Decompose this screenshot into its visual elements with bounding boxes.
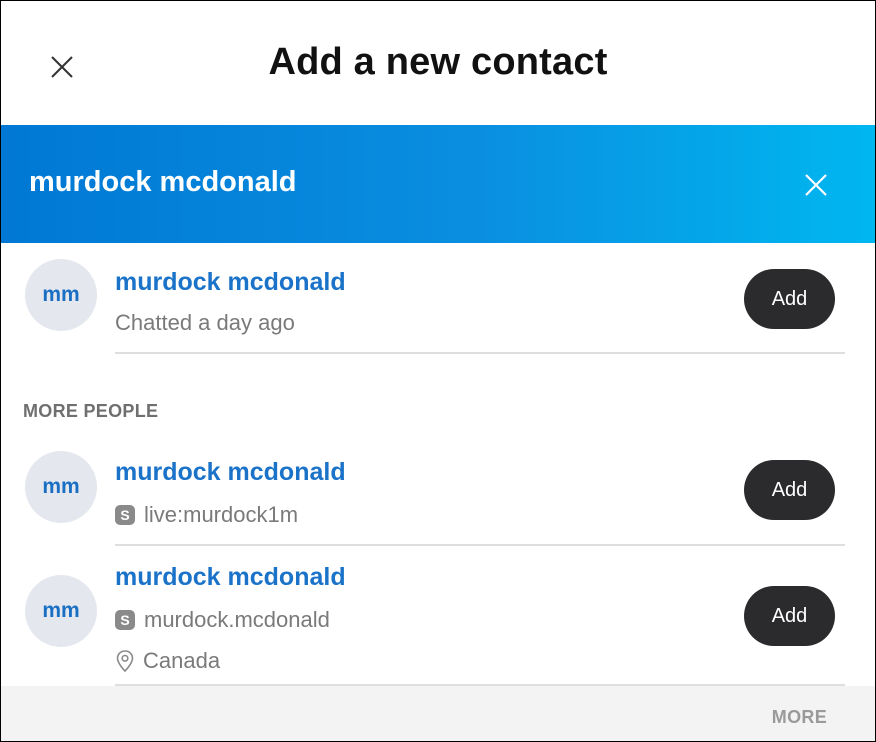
- add-contact-dialog: Add a new contact mm murdock mcdonald Ch…: [0, 0, 876, 742]
- skype-id-row: S live:murdock1m: [115, 502, 298, 528]
- avatar: mm: [25, 259, 97, 331]
- footer-bar: MORE: [1, 686, 875, 741]
- list-item[interactable]: mm murdock mcdonald S murdock.mcdonald C…: [1, 546, 875, 686]
- search-bar: [1, 125, 875, 243]
- add-button[interactable]: Add: [744, 586, 835, 646]
- divider: [115, 352, 845, 354]
- skype-id-text: live:murdock1m: [144, 502, 299, 527]
- location-text: Canada: [143, 648, 221, 673]
- contact-name: murdock mcdonald: [115, 458, 346, 486]
- search-input[interactable]: [27, 165, 785, 200]
- list-item[interactable]: mm murdock mcdonald Chatted a day ago Ad…: [1, 243, 875, 357]
- dialog-header: Add a new contact: [1, 1, 875, 125]
- skype-id-text: murdock.mcdonald: [144, 607, 330, 632]
- add-button[interactable]: Add: [744, 269, 835, 329]
- skype-icon: S: [115, 610, 135, 630]
- list-item[interactable]: mm murdock mcdonald S live:murdock1m Add: [1, 446, 875, 546]
- status-text: Chatted a day ago: [115, 310, 295, 335]
- clear-search-icon[interactable]: [803, 172, 829, 198]
- contact-name: murdock mcdonald: [115, 268, 346, 296]
- contact-name: murdock mcdonald: [115, 563, 346, 591]
- skype-icon: S: [115, 505, 135, 525]
- location-row: Canada: [115, 648, 220, 674]
- more-button[interactable]: MORE: [772, 707, 827, 728]
- add-button[interactable]: Add: [744, 460, 835, 520]
- dialog-title: Add a new contact: [268, 41, 608, 83]
- location-pin-icon: [115, 649, 135, 673]
- avatar: mm: [25, 575, 97, 647]
- skype-id-row: S murdock.mcdonald: [115, 607, 330, 633]
- contact-status: Chatted a day ago: [115, 310, 295, 336]
- section-heading: MORE PEOPLE: [23, 401, 159, 421]
- avatar: mm: [25, 451, 97, 523]
